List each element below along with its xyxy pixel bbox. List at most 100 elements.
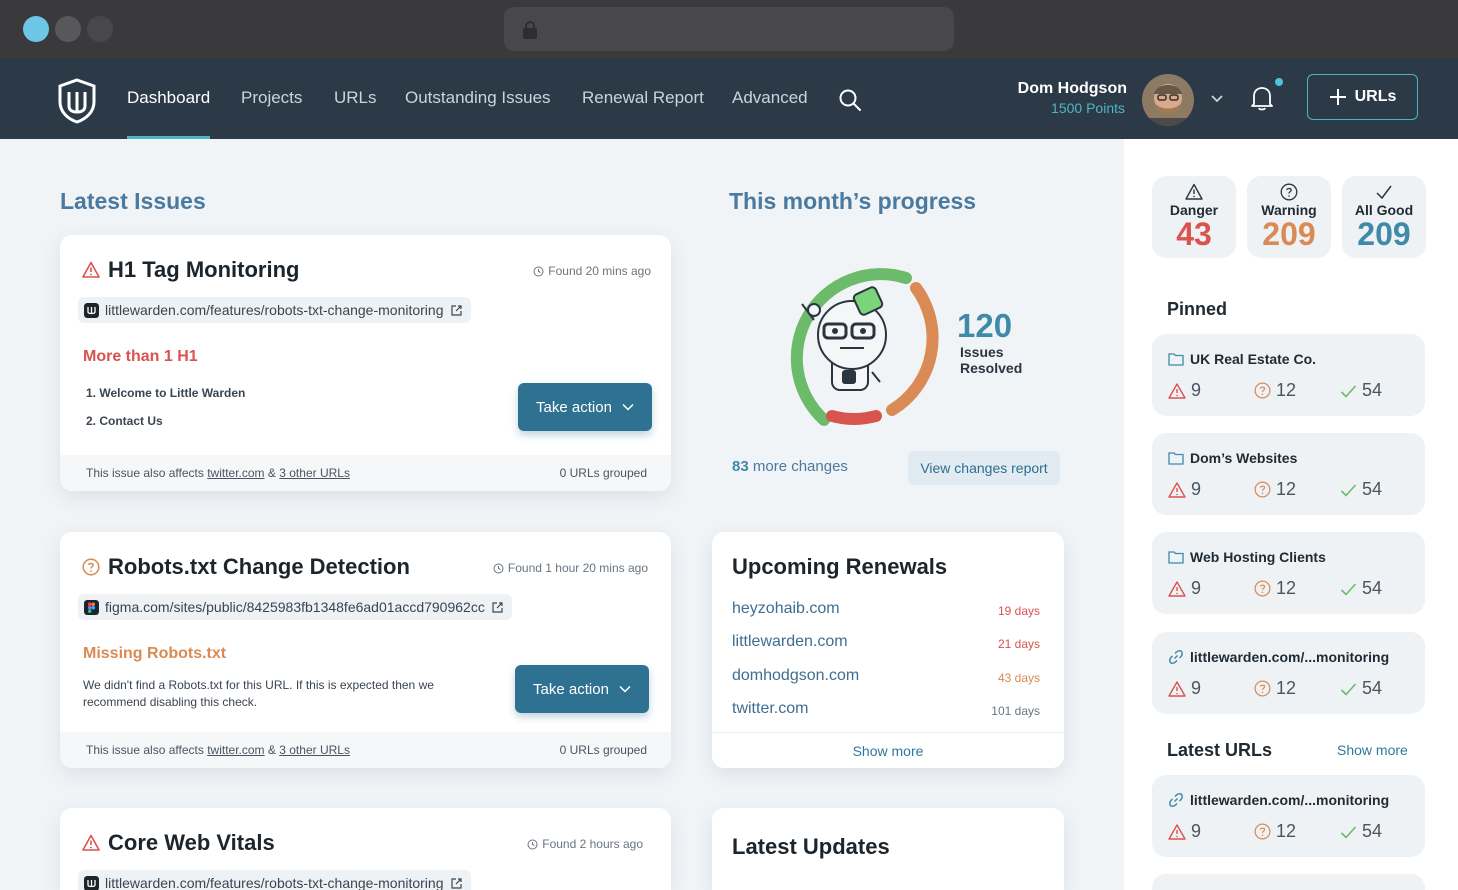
update-link-cutoff[interactable] — [732, 882, 992, 890]
renewal-domain[interactable]: domhodgson.com — [732, 667, 859, 685]
checkmark-icon — [1340, 384, 1357, 398]
nav-projects[interactable]: Projects — [241, 88, 302, 108]
issue-card-robots: Robots.txt Change Detection Found 1 hour… — [60, 532, 671, 768]
renewal-days: 43 days — [997, 671, 1040, 685]
stat-warning[interactable]: Warning 209 — [1247, 176, 1331, 258]
pinned-item[interactable]: littlewarden.com/...monitoring 9 12 54 — [1152, 632, 1425, 714]
warning-count-value: 12 — [1276, 678, 1297, 698]
issue-url-chip[interactable]: littlewarden.com/features/robots-txt-cha… — [78, 297, 471, 323]
latest-updates-card: Latest Updates — [712, 808, 1064, 890]
external-link-icon — [450, 877, 462, 889]
affected-url-link[interactable]: twitter.com — [207, 743, 264, 757]
stat-value: 209 — [1262, 216, 1316, 252]
issue-url-chip[interactable]: littlewarden.com/features/robots-txt-cha… — [78, 870, 471, 890]
issue-title[interactable]: H1 Tag Monitoring — [108, 257, 299, 283]
checkmark-icon — [1376, 185, 1392, 200]
other-urls-link[interactable]: 3 other URLs — [279, 466, 350, 480]
nav-advanced[interactable]: Advanced — [732, 88, 808, 108]
renewal-domain[interactable]: heyzohaib.com — [732, 600, 840, 618]
danger-count-value: 9 — [1191, 380, 1202, 400]
stat-all-good[interactable]: All Good 209 — [1342, 176, 1426, 258]
pinned-item[interactable]: Dom’s Websites 9 12 54 — [1152, 433, 1425, 515]
pinned-item-header: Web Hosting Clients — [1168, 549, 1326, 565]
more-changes-label: more changes — [752, 458, 848, 475]
affects-amp: & — [267, 743, 276, 757]
issue-card-footer: This issue also affects twitter.com & 3 … — [60, 732, 671, 768]
checkmark-icon — [1340, 682, 1357, 696]
search-icon[interactable] — [838, 88, 862, 112]
good-count: 54 — [1340, 380, 1382, 401]
renewal-domain[interactable]: littlewarden.com — [732, 633, 848, 651]
pinned-item[interactable]: UK Real Estate Co. 9 12 54 — [1152, 334, 1425, 416]
danger-icon — [1168, 680, 1186, 697]
good-count-value: 54 — [1362, 578, 1383, 598]
nav-dashboard[interactable]: Dashboard — [127, 88, 210, 108]
issue-url-chip[interactable]: figma.com/sites/public/8425983fb1348fe6a… — [78, 594, 512, 620]
take-action-button[interactable]: Take action — [515, 665, 649, 713]
found-time-text: Found 2 hours ago — [542, 837, 643, 851]
danger-icon — [1185, 183, 1203, 200]
good-count-value: 54 — [1362, 678, 1383, 698]
latest-updates-title: Latest Updates — [732, 834, 890, 859]
danger-count: 9 — [1168, 380, 1201, 401]
warning-count: 12 — [1254, 380, 1296, 401]
question-icon — [1254, 382, 1271, 399]
stat-value: 43 — [1176, 216, 1212, 252]
issue-detail-line: 2. Contact Us — [86, 414, 163, 428]
nav-urls[interactable]: URLs — [334, 88, 377, 108]
other-urls-link[interactable]: 3 other URLs — [279, 743, 350, 757]
danger-count-value: 9 — [1191, 678, 1202, 698]
avatar[interactable] — [1142, 74, 1194, 126]
notification-bell-icon[interactable] — [1249, 84, 1275, 112]
view-changes-report-button[interactable]: View changes report — [908, 451, 1060, 485]
affects-prefix: This issue also affects — [86, 743, 204, 757]
latest-url-item[interactable]: littlewarden.com/...monitoring 9 12 54 — [1152, 775, 1425, 857]
affects-prefix: This issue also affects — [86, 466, 204, 480]
issue-title[interactable]: Core Web Vitals — [108, 830, 275, 856]
pinned-item-header: Dom’s Websites — [1168, 450, 1297, 466]
renewal-days: 101 days — [991, 704, 1040, 718]
affected-url-link[interactable]: twitter.com — [207, 466, 264, 480]
danger-icon — [82, 261, 100, 278]
issue-url: littlewarden.com/features/robots-txt-cha… — [105, 302, 444, 318]
pinned-item[interactable]: Web Hosting Clients 9 12 54 — [1152, 532, 1425, 614]
stat-value: 209 — [1357, 216, 1411, 252]
affects-amp: & — [267, 466, 276, 480]
lock-icon — [523, 21, 537, 39]
window-minimize-dot[interactable] — [55, 16, 81, 42]
chevron-down-icon[interactable] — [1209, 92, 1225, 106]
issue-description: We didn't find a Robots.txt for this URL… — [83, 678, 434, 709]
latest-url-item-cutoff[interactable] — [1152, 874, 1425, 890]
issue-url: figma.com/sites/public/8425983fb1348fe6a… — [105, 599, 485, 615]
link-icon — [1169, 793, 1183, 807]
address-bar[interactable] — [504, 7, 954, 51]
good-count: 54 — [1340, 578, 1382, 599]
take-action-button[interactable]: Take action — [518, 383, 652, 431]
question-icon — [1254, 823, 1271, 840]
issues-resolved-count: 120 — [957, 307, 1013, 344]
issue-subheading: Missing Robots.txt — [83, 645, 227, 662]
renewal-domain[interactable]: twitter.com — [732, 700, 808, 718]
danger-count: 9 — [1168, 479, 1201, 500]
warning-count: 12 — [1254, 821, 1296, 842]
nav-outstanding-issues[interactable]: Outstanding Issues — [405, 88, 551, 108]
stat-danger[interactable]: Danger 43 — [1152, 176, 1236, 258]
add-urls-button[interactable]: URLs — [1307, 74, 1418, 120]
window-close-dot[interactable] — [23, 16, 49, 42]
little-warden-logo-icon[interactable] — [57, 78, 97, 124]
pinned-item-name: Dom’s Websites — [1190, 450, 1298, 466]
warning-count: 12 — [1254, 578, 1296, 599]
danger-icon — [1168, 580, 1186, 597]
nav-renewal-report[interactable]: Renewal Report — [582, 88, 704, 108]
clock-icon — [527, 839, 538, 849]
renewal-days: 21 days — [997, 637, 1040, 651]
issue-title[interactable]: Robots.txt Change Detection — [108, 554, 410, 580]
issue-card-h1: H1 Tag Monitoring Found 20 mins ago litt… — [60, 235, 671, 491]
window-maximize-dot[interactable] — [87, 16, 113, 42]
danger-count: 9 — [1168, 578, 1201, 599]
latest-urls-show-more-link[interactable]: Show more — [1337, 742, 1408, 758]
renewals-show-more-button[interactable]: Show more — [712, 732, 1064, 768]
take-action-label: Take action — [536, 398, 612, 416]
issue-subheading: More than 1 H1 — [83, 348, 198, 365]
urls-grouped: 0 URLs grouped — [559, 743, 647, 757]
